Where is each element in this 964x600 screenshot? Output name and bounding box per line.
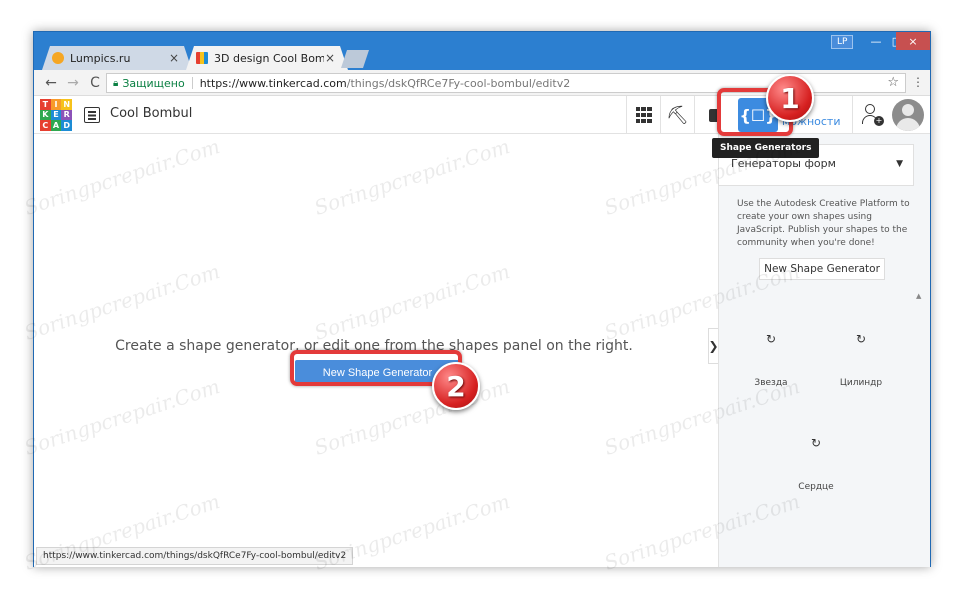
secure-label: Защищено [122,76,185,90]
tab-close-icon[interactable]: × [168,51,180,65]
title-bar: Lumpics.ru × 3D design Cool Bombul | × L… [34,32,930,70]
chevron-down-icon: ▼ [896,159,903,169]
tab-tinkercad[interactable]: 3D design Cool Bombul | × [186,46,348,70]
panel-collapse-icon[interactable]: ❯ [708,328,719,364]
forward-icon[interactable]: → [64,74,82,92]
tinkercad-logo[interactable]: T I N K E R C A D [40,99,72,131]
grid-icon [635,107,652,123]
panel-description: Use the Autodesk Creative Platform to cr… [737,199,910,248]
tab-close-icon[interactable]: × [324,51,336,65]
url-text: https://www.tinkercad.com/things/dskQfRC… [199,76,571,90]
tab-label: Lumpics.ru [70,51,131,65]
shape-generators-tooltip: Shape Generators [712,138,820,158]
pickaxe-icon: ⛏ [666,104,689,126]
shape-item-star[interactable]: ↻ Звезда [726,332,816,388]
refresh-icon: ↻ [765,332,777,346]
shape-name: Цилиндр [839,378,883,388]
panel-new-shape-generator-button[interactable]: New Shape Generator [759,258,885,280]
avatar[interactable] [892,99,924,131]
bookmark-star-icon[interactable]: ☆ [887,75,899,90]
invite-user-button[interactable]: + [852,96,888,134]
shape-name: Звезда [754,378,788,388]
step-badge-1: 1 [766,74,814,122]
grid-view-button[interactable] [626,96,660,134]
back-icon[interactable]: ← [42,74,60,92]
tab-label: 3D design Cool Bombul | [214,51,324,65]
shape-item-heart[interactable]: ↻ Сердце [771,436,861,492]
refresh-icon: ↻ [855,332,867,346]
lumpics-favicon-icon [52,52,64,64]
window-close-icon[interactable]: × [896,32,930,50]
screenshot-stage: Lumpics.ru × 3D design Cool Bombul | × L… [0,0,964,600]
shape-name: Сердце [798,482,834,492]
design-name[interactable]: Cool Bombul [110,106,192,121]
tinkercad-app: T I N K E R C A D Cool Bombul ⛏ {☐} можн… [34,96,930,567]
browser-menu-icon[interactable]: ⋮ [912,75,924,89]
profile-badge[interactable]: LP [831,35,854,49]
tinkercad-favicon-icon [196,52,208,64]
minecraft-button[interactable]: ⛏ [660,96,694,134]
step-badge-2: 2 [432,362,480,410]
design-list-icon[interactable] [84,107,100,123]
refresh-icon: ↻ [810,436,822,450]
scroll-up-icon[interactable]: ▲ [916,292,921,300]
shape-item-cylinder[interactable]: ↻ Цилиндр [816,332,906,388]
status-bar-url: https://www.tinkercad.com/things/dskQfRC… [36,547,354,565]
reload-icon[interactable]: C [86,74,104,92]
lock-icon: 🔒︎ [113,77,119,89]
add-user-icon: + [862,104,884,126]
tab-lumpics[interactable]: Lumpics.ru × [42,46,192,70]
